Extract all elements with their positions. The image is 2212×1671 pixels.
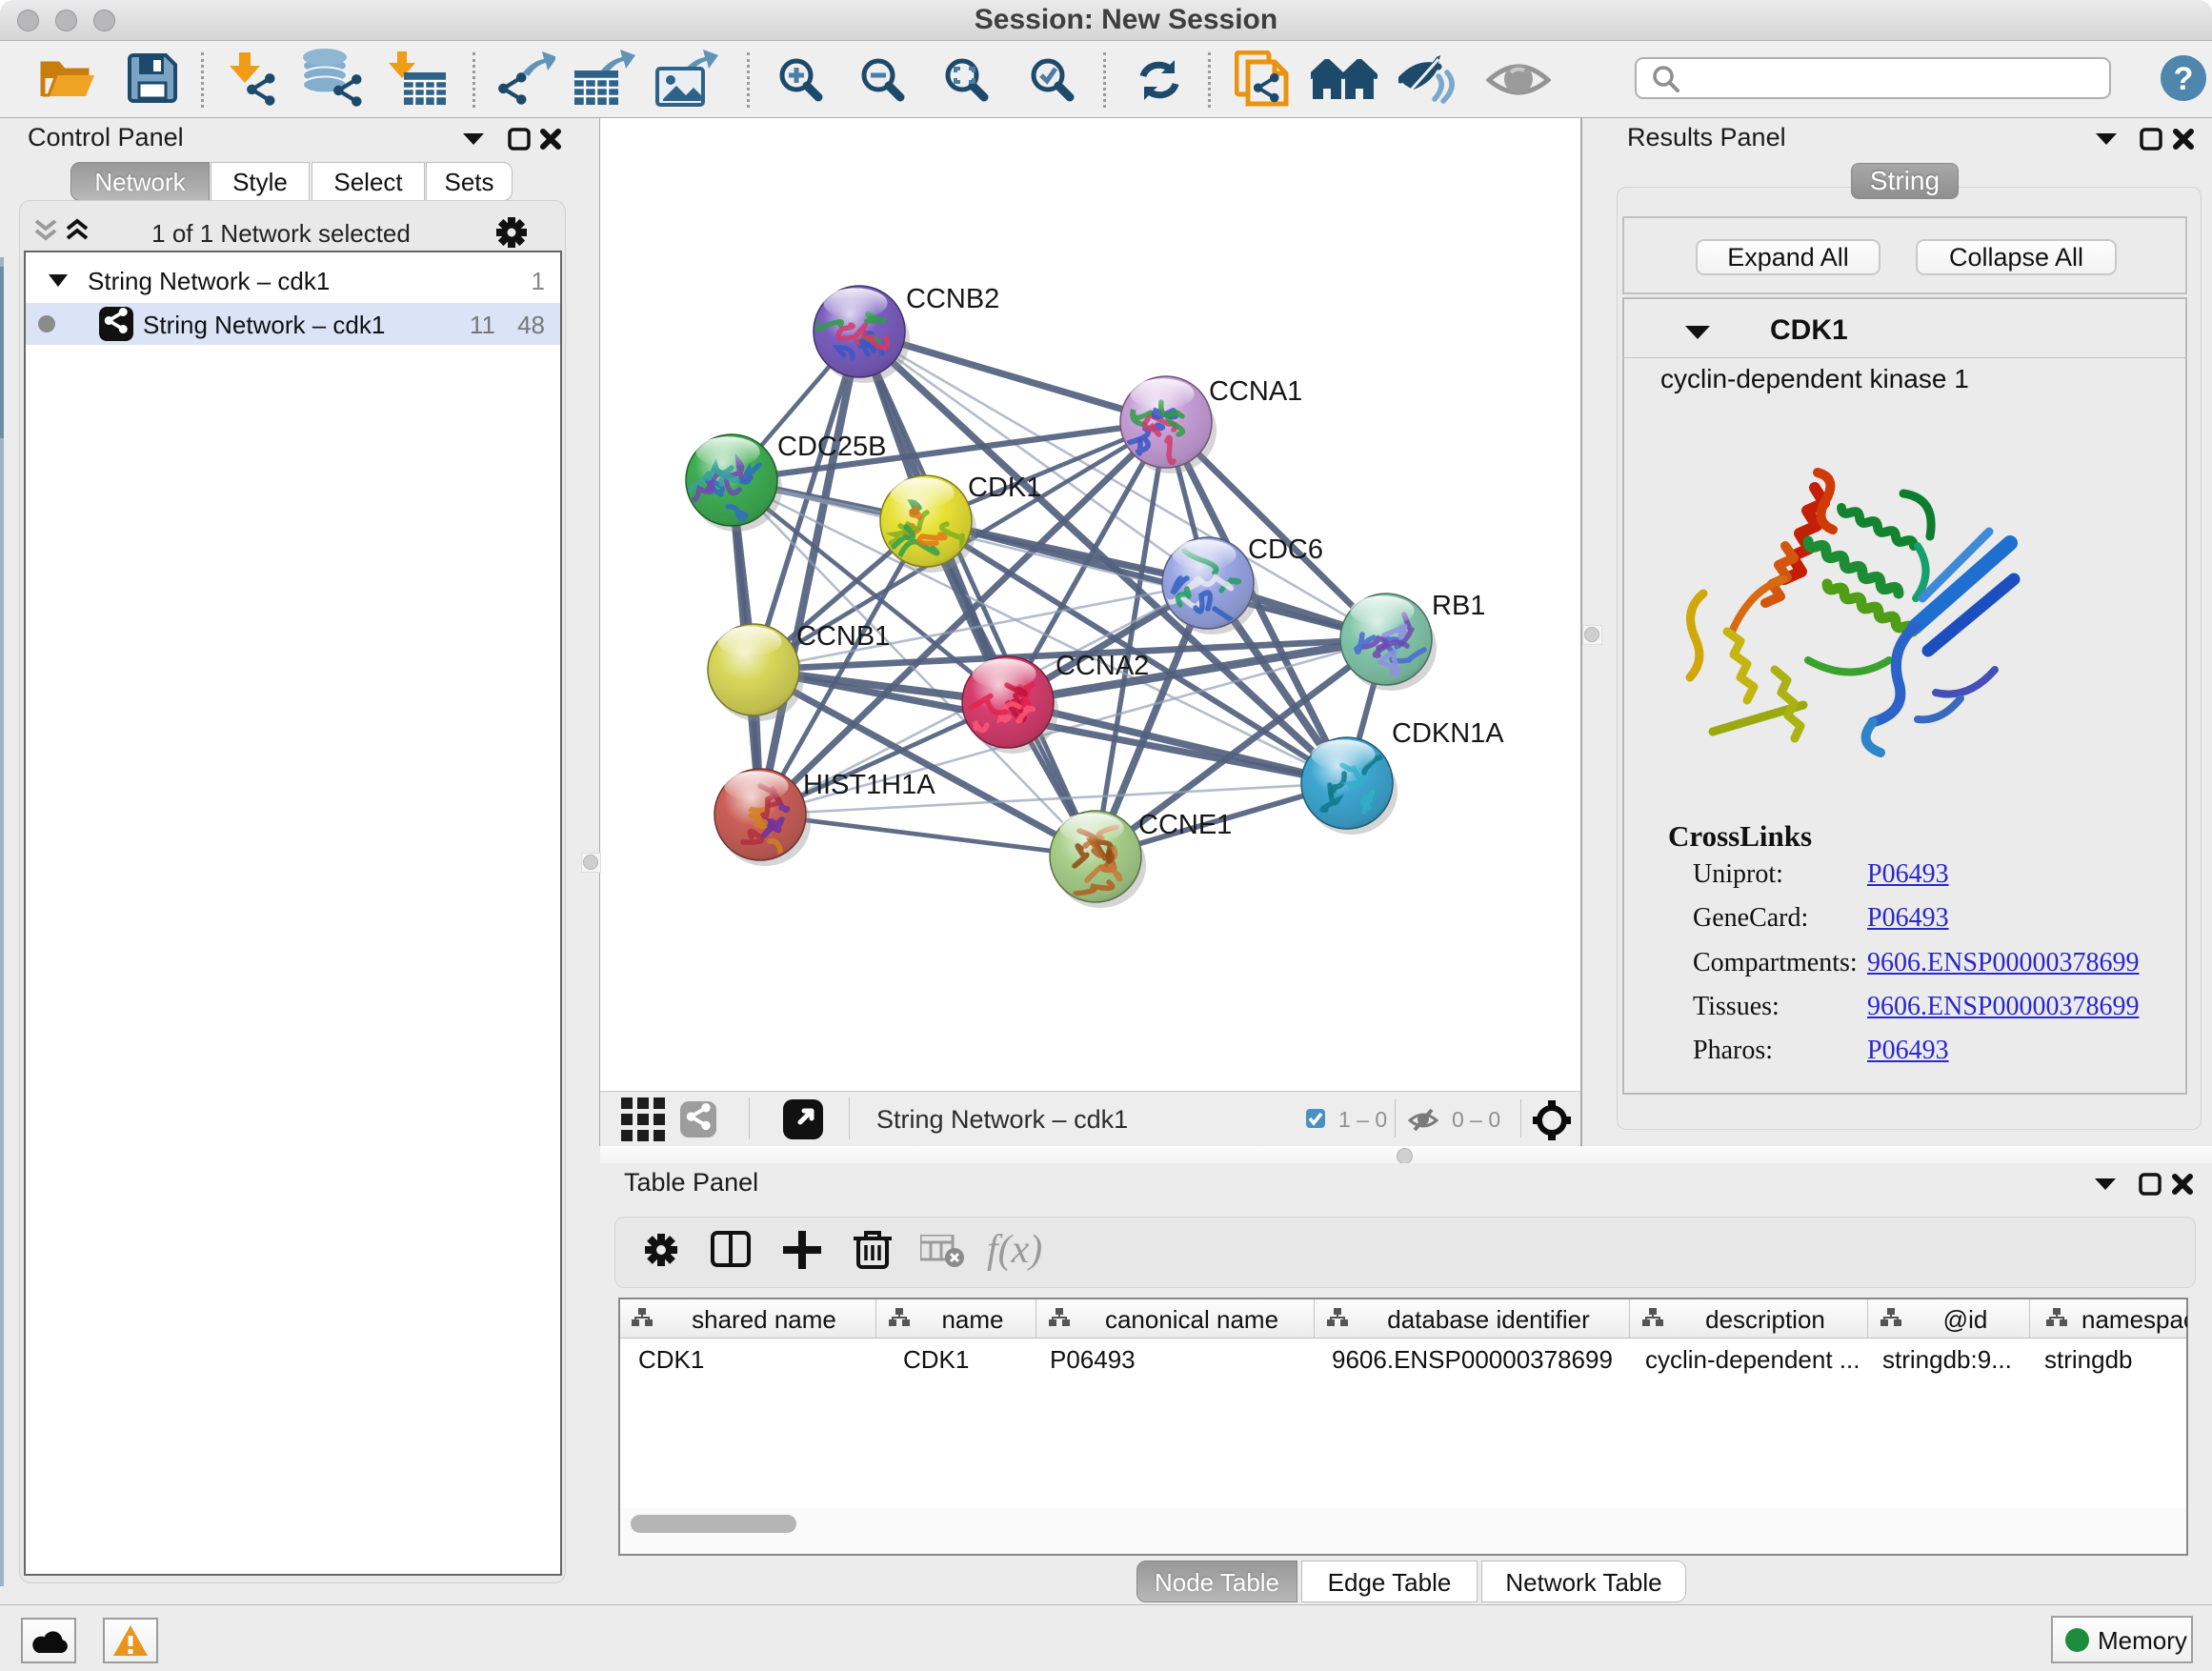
svg-text:CDC6: CDC6 [1248, 534, 1323, 565]
svg-text:CCNA2: CCNA2 [1056, 651, 1149, 681]
svg-text:RB1: RB1 [1432, 591, 1485, 621]
svg-text:CCNE1: CCNE1 [1138, 810, 1232, 840]
svg-text:?: ? [2174, 61, 2194, 97]
svg-text:CDK1: CDK1 [968, 473, 1041, 503]
svg-text:HIST1H1A: HIST1H1A [803, 770, 935, 800]
svg-text:CCNB2: CCNB2 [906, 284, 999, 314]
svg-text:CDKN1A: CDKN1A [1392, 718, 1504, 749]
svg-text:CCNA1: CCNA1 [1209, 376, 1302, 407]
svg-text:CCNB1: CCNB1 [796, 621, 890, 652]
svg-text:CDC25B: CDC25B [777, 432, 886, 462]
